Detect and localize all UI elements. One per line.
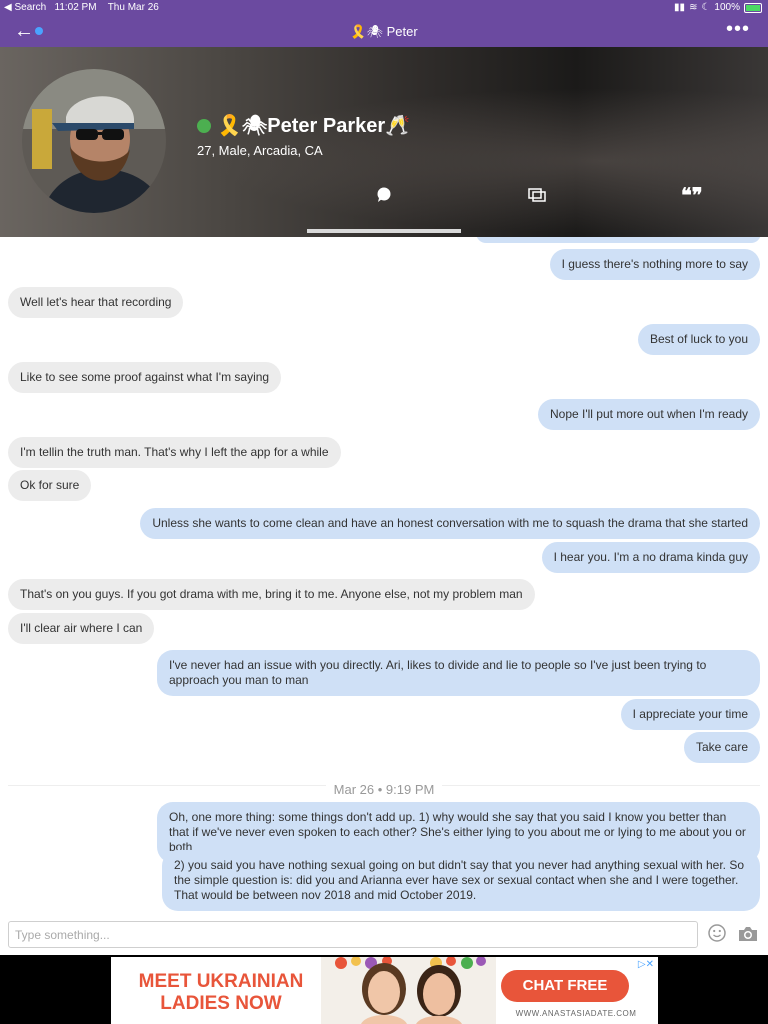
quote-icon: ❝❞ bbox=[681, 185, 703, 207]
wifi-icon: ≋ bbox=[689, 2, 698, 13]
composer-bar: Type something... bbox=[0, 915, 768, 955]
more-options-icon[interactable]: ••• bbox=[726, 18, 750, 41]
status-date: Thu Mar 26 bbox=[107, 2, 159, 13]
profile-details: 27, Male, Arcadia, CA bbox=[197, 143, 323, 158]
message-bubble-incoming: Well let's hear that recording bbox=[8, 287, 184, 318]
message-bubble-incoming: Ok for sure bbox=[8, 470, 92, 501]
ad-headline: MEET UKRAINIAN LADIES NOW bbox=[126, 971, 316, 1015]
ad-choices-icon[interactable]: ▷✕ bbox=[638, 959, 654, 970]
active-tab-indicator bbox=[307, 229, 461, 233]
ad-headline-line1: MEET UKRAINIAN bbox=[138, 971, 304, 992]
partial-message-bubble bbox=[476, 237, 761, 243]
message-bubble-outgoing: Best of luck to you bbox=[637, 324, 760, 355]
message-bubble-outgoing: I appreciate your time bbox=[620, 699, 760, 730]
ad-url: WWW.ANASTASIADATE.COM bbox=[515, 1009, 637, 1018]
chat-bubble-icon bbox=[377, 187, 391, 202]
date-divider-label: Mar 26 • 9:19 PM bbox=[325, 782, 443, 797]
emoji-icon[interactable] bbox=[708, 924, 726, 942]
status-left: ◀ Search 11:02 PM Thu Mar 26 bbox=[4, 2, 159, 13]
message-bubble-outgoing: I hear you. I'm a no drama kinda guy bbox=[541, 542, 760, 573]
avatar[interactable] bbox=[22, 69, 166, 213]
status-bar: ◀ Search 11:02 PM Thu Mar 26 ▮▮ ≋ ☾ 100% bbox=[0, 0, 768, 15]
message-bubble-outgoing: Unless she wants to come clean and have … bbox=[140, 508, 760, 539]
message-bubble-outgoing: I've never had an issue with you directl… bbox=[157, 650, 760, 696]
message-bubble-outgoing: Take care bbox=[683, 732, 760, 763]
photos-icon bbox=[528, 188, 546, 202]
tab-photos[interactable] bbox=[528, 187, 546, 208]
camera-icon[interactable] bbox=[737, 925, 759, 943]
status-right: ▮▮ ≋ ☾ 100% bbox=[674, 2, 762, 13]
ad-cta-button[interactable]: CHAT FREE bbox=[501, 970, 629, 1002]
profile-header: 🎗️🕷Peter Parker🥂 27, Male, Arcadia, CA ❝… bbox=[0, 47, 768, 237]
message-bubble-incoming: I'll clear air where I can bbox=[8, 613, 155, 644]
profile-name-row: 🎗️🕷Peter Parker🥂 bbox=[197, 113, 410, 138]
date-divider: Mar 26 • 9:19 PM bbox=[8, 782, 760, 798]
ad-banner[interactable]: MEET UKRAINIAN LADIES NOW CHAT FREE WWW.… bbox=[0, 955, 768, 1024]
status-time: 11:02 PM bbox=[54, 2, 97, 13]
message-input[interactable]: Type something... bbox=[8, 921, 698, 948]
nav-title: 🎗️🕷 Peter bbox=[350, 24, 418, 39]
back-to-app-link[interactable]: ◀ Search bbox=[4, 2, 46, 13]
battery-icon bbox=[744, 2, 762, 13]
profile-name: 🎗️🕷Peter Parker🥂 bbox=[217, 115, 411, 137]
ad-content[interactable]: MEET UKRAINIAN LADIES NOW CHAT FREE WWW.… bbox=[111, 957, 658, 1024]
message-bubble-incoming: Like to see some proof against what I'm … bbox=[8, 362, 282, 393]
message-bubble-incoming: That's on you guys. If you got drama wit… bbox=[8, 579, 535, 610]
chat-thread[interactable]: I guess there's nothing more to say Well… bbox=[0, 237, 768, 915]
tab-chat[interactable] bbox=[376, 187, 392, 208]
moon-icon: ☾ bbox=[701, 2, 711, 13]
tab-quotes[interactable]: ❝❞ bbox=[681, 183, 703, 208]
nav-bar: ← 🎗️🕷 Peter ••• bbox=[0, 15, 768, 47]
message-bubble-outgoing: 2) you said you have nothing sexual goin… bbox=[162, 850, 760, 911]
message-bubble-outgoing: I guess there's nothing more to say bbox=[549, 249, 760, 280]
message-bubble-outgoing: Nope I'll put more out when I'm ready bbox=[537, 399, 760, 430]
signal-icon: ▮▮ bbox=[674, 2, 686, 13]
battery-percent: 100% bbox=[714, 2, 740, 13]
message-bubble-incoming: I'm tellin the truth man. That's why I l… bbox=[8, 437, 341, 468]
ad-image bbox=[321, 957, 496, 1024]
ad-headline-line2: LADIES NOW bbox=[160, 993, 282, 1014]
online-status-icon bbox=[197, 118, 211, 133]
